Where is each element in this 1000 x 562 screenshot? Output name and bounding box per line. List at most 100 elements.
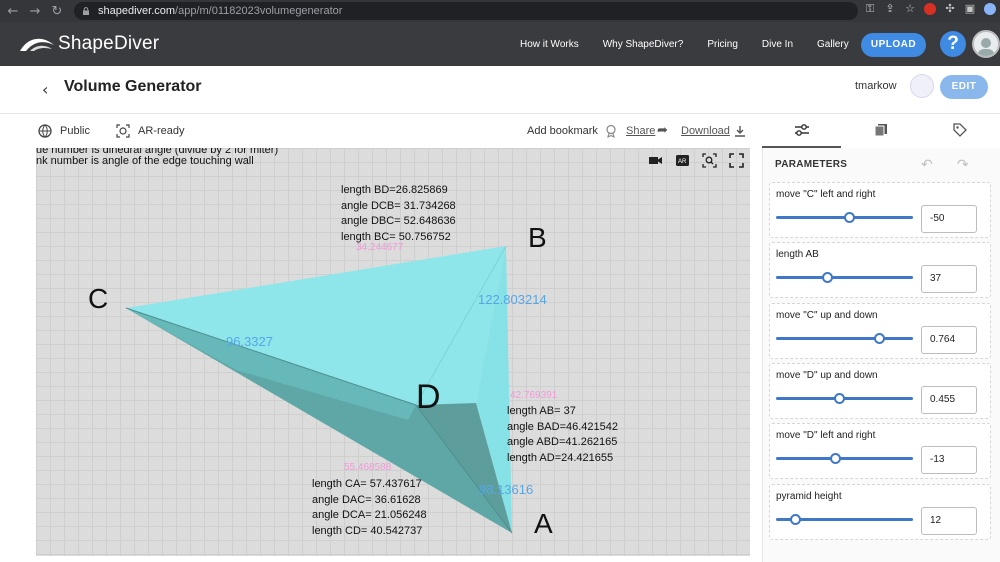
slider-thumb[interactable]	[843, 212, 855, 223]
ar-label: AR-ready	[138, 125, 185, 137]
puzzle-icon[interactable]: ✣	[944, 3, 956, 15]
chevron-left-icon[interactable]: ‹	[42, 80, 48, 99]
measure-line: angle DCB= 31.734268	[341, 199, 456, 212]
bookmark-label: Add bookmark	[527, 125, 598, 137]
profile-icon[interactable]	[984, 3, 996, 15]
param-move-d-up-down: move "D" up and down 0.455	[769, 363, 991, 419]
upload-button[interactable]: UPLOAD	[861, 33, 926, 57]
param-label: move "C" up and down	[776, 310, 878, 321]
app-header: ShapeDiver How it Works Why ShapeDiver? …	[0, 22, 1000, 66]
param-value-input[interactable]: 0.455	[921, 386, 977, 414]
vertex-label-d: D	[416, 378, 441, 416]
redo-icon[interactable]: ↷	[957, 157, 969, 173]
share-link[interactable]: Share	[626, 125, 655, 137]
fullscreen-icon[interactable]	[729, 153, 744, 168]
param-move-c-left-right: move "C" left and right -50	[769, 182, 991, 238]
address-bar[interactable]: shapediver.com/app/m/01182023volumegener…	[74, 2, 858, 20]
param-pyramid-height: pyramid height 12	[769, 484, 991, 540]
lock-icon	[83, 7, 89, 15]
user-avatar[interactable]	[910, 74, 934, 98]
slider-thumb[interactable]	[829, 453, 841, 464]
ar-ready-indicator: AR-ready	[116, 124, 184, 138]
edit-button[interactable]: EDIT	[940, 75, 988, 99]
tab-exports[interactable]	[841, 114, 920, 148]
measure-line: length BD=26.825869	[341, 184, 448, 196]
nav-how-it-works[interactable]: How it Works	[520, 39, 579, 50]
slider-thumb[interactable]	[834, 393, 846, 404]
add-bookmark-button[interactable]: Add bookmark	[527, 124, 618, 138]
download-link[interactable]: Download	[681, 125, 730, 137]
ar-icon	[116, 124, 130, 138]
forward-arrow-icon[interactable]: →	[26, 4, 44, 19]
slider[interactable]	[776, 272, 913, 283]
edge-angle-label-a: 55.468588	[344, 462, 392, 473]
share-arrow-icon[interactable]: ➦	[657, 123, 668, 138]
slider-thumb[interactable]	[873, 333, 885, 344]
viewer-controls: AR	[648, 153, 744, 168]
help-icon[interactable]: ?	[940, 31, 966, 57]
camera-icon[interactable]	[648, 153, 663, 168]
share-page-icon[interactable]: ⇪	[884, 3, 896, 15]
shapediver-logo[interactable]: ShapeDiver	[18, 33, 159, 55]
tab-parameters[interactable]	[762, 114, 842, 148]
ar-view-icon[interactable]: AR	[675, 153, 690, 168]
param-value-input[interactable]: 37	[921, 265, 977, 293]
param-label: move "D" left and right	[776, 430, 876, 441]
slider[interactable]	[776, 333, 913, 344]
param-label: move "D" up and down	[776, 370, 878, 381]
3d-viewer[interactable]: ue number is dinedral angle (divide by 2…	[36, 148, 750, 556]
avatar[interactable]	[972, 30, 1000, 58]
sliders-icon	[794, 124, 809, 136]
viewer-note-2: nk number is angle of the edge touching …	[36, 155, 254, 167]
parameters-panel: PARAMETERS ↶ ↷ move "C" left and right -…	[762, 148, 1000, 562]
sidebar-icon[interactable]: ▣	[964, 3, 976, 15]
panel-tabs	[762, 114, 1000, 148]
download-icon[interactable]	[734, 125, 746, 137]
measure-line: angle BAD=46.421542	[507, 420, 619, 433]
param-label: length AB	[776, 249, 819, 260]
param-value-input[interactable]: -50	[921, 205, 977, 233]
dihedral-label-bd: 122.803214	[478, 292, 547, 307]
vertex-label-a: A	[534, 508, 553, 539]
edge-angle-label-b: 34.244677	[356, 242, 404, 253]
measure-line: length CA= 57.437617	[312, 478, 422, 490]
nav-pricing[interactable]: Pricing	[707, 39, 738, 50]
slider[interactable]	[776, 212, 913, 223]
extension-icon[interactable]	[924, 3, 936, 15]
param-value-input[interactable]: 0.764	[921, 326, 977, 354]
param-move-c-up-down: move "C" up and down 0.764	[769, 303, 991, 359]
reload-icon[interactable]: ↻	[48, 4, 66, 19]
logo-text: ShapeDiver	[58, 33, 160, 54]
measurement-block-bd: length BD=26.825869 angle DCB= 31.734268…	[341, 183, 456, 245]
measure-line: angle ABD=41.262165	[507, 436, 618, 448]
star-icon[interactable]: ☆	[904, 3, 916, 15]
slider[interactable]	[776, 514, 913, 525]
parameters-header: PARAMETERS	[775, 159, 848, 170]
param-value-input[interactable]: 12	[921, 507, 977, 535]
param-value-input[interactable]: -13	[921, 446, 977, 474]
undo-icon[interactable]: ↶	[921, 157, 933, 173]
svg-text:AR: AR	[678, 159, 687, 165]
dihedral-label-ad: 98.13616	[479, 482, 534, 497]
slider-thumb[interactable]	[821, 272, 833, 283]
username[interactable]: tmarkow	[855, 80, 897, 92]
vertex-label-b: B	[528, 222, 547, 253]
tag-icon	[953, 123, 968, 137]
measure-line: length CD= 40.542737	[312, 524, 423, 537]
nav-why-shapediver[interactable]: Why ShapeDiver?	[603, 39, 684, 50]
slider[interactable]	[776, 453, 913, 464]
globe-icon	[38, 124, 52, 138]
slider-thumb[interactable]	[790, 514, 802, 525]
tab-tags[interactable]	[921, 114, 1000, 148]
url-host: shapediver.com	[98, 5, 176, 17]
measure-line: angle DCA= 21.056248	[312, 509, 427, 521]
browser-toolbar: ← → ↻ shapediver.com/app/m/01182023volum…	[0, 0, 1000, 22]
back-arrow-icon[interactable]: ←	[4, 4, 22, 19]
key-icon[interactable]: ⚿	[864, 3, 876, 15]
slider[interactable]	[776, 393, 913, 404]
nav-gallery[interactable]: Gallery	[817, 39, 849, 50]
nav-dive-in[interactable]: Dive In	[762, 39, 793, 50]
measure-line: angle DAC= 36.61628	[312, 493, 421, 506]
copy-icon	[874, 124, 887, 137]
zoom-extents-icon[interactable]	[702, 153, 717, 168]
